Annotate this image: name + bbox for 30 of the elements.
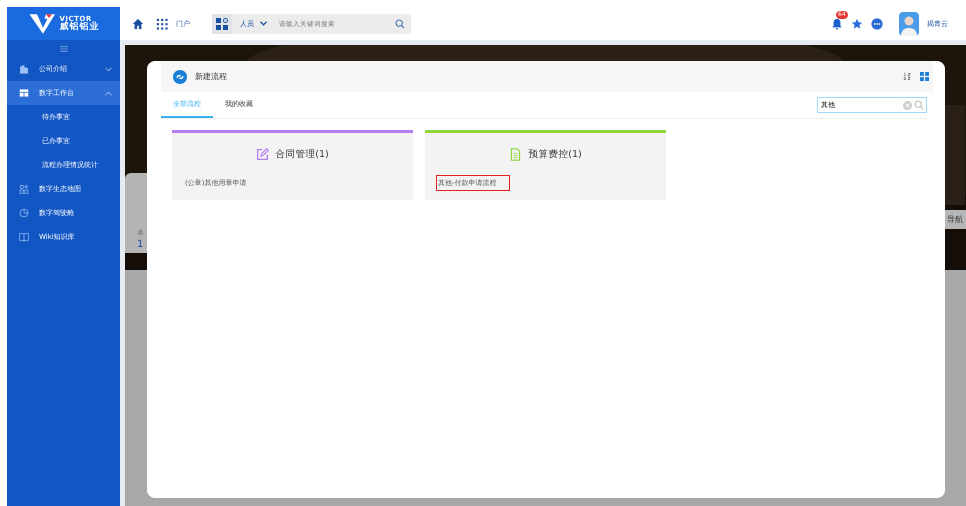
book-icon — [19, 232, 29, 242]
nav-tab[interactable]: 导航 — [944, 210, 966, 229]
apps-grid-icon[interactable] — [156, 18, 168, 30]
star-icon[interactable] — [851, 18, 863, 30]
building-icon — [19, 64, 29, 74]
card-value: 1 — [137, 239, 144, 250]
bell-icon[interactable] — [831, 18, 843, 30]
menu-icon[interactable] — [60, 46, 68, 52]
board-icon — [19, 88, 29, 98]
chevron-down-icon — [105, 66, 112, 72]
category-title: 合同管理(1) — [275, 148, 329, 160]
avatar[interactable] — [899, 12, 919, 36]
flow-logo-icon — [173, 70, 187, 84]
search-icon[interactable] — [395, 18, 405, 28]
home-icon[interactable] — [132, 18, 144, 30]
category-title: 预算费控(1) — [528, 148, 582, 160]
dialog-title: 新建流程 — [195, 71, 227, 82]
logo-name: 威铝铝业 — [60, 22, 100, 32]
chevron-up-icon — [105, 90, 112, 96]
apps-icon — [19, 184, 29, 194]
scope-icon-button[interactable] — [212, 14, 232, 34]
v-logo-icon — [28, 12, 58, 36]
edit-icon — [256, 148, 270, 160]
more-icon[interactable] — [871, 18, 883, 30]
grid-view-icon[interactable] — [920, 72, 929, 81]
gauge-icon — [19, 208, 29, 218]
widgets-icon — [216, 18, 228, 30]
caret-icon — [260, 21, 267, 26]
document-icon — [509, 148, 522, 160]
sort-icon[interactable] — [903, 72, 912, 81]
